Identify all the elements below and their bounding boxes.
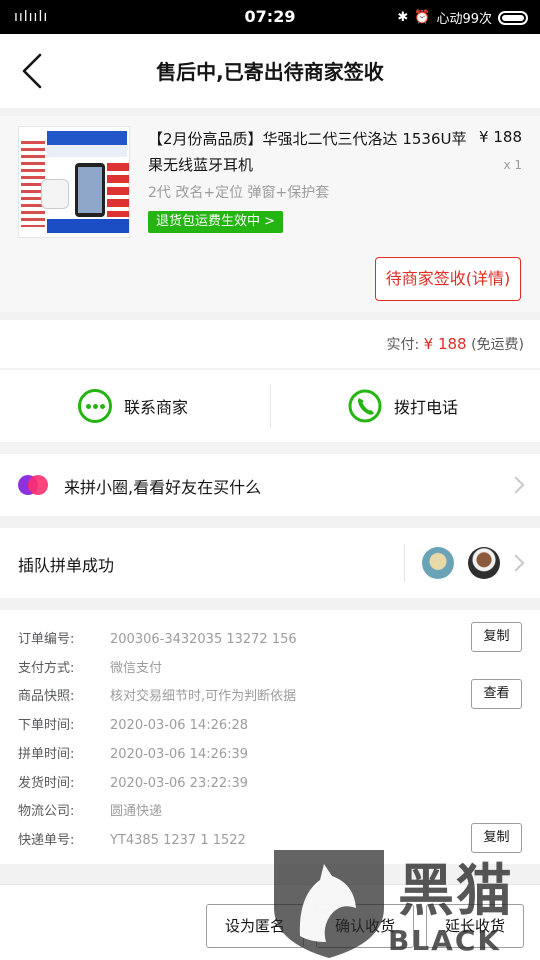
tracking-number: YT4385 1237 1 1522 bbox=[110, 833, 246, 848]
earbuds-case-graphic bbox=[41, 179, 69, 209]
product-title[interactable]: 【2月份高品质】华强北二代三代洛达 1536U苹果无线蓝牙耳机 bbox=[148, 126, 468, 178]
divider bbox=[270, 384, 271, 428]
phone-icon bbox=[348, 389, 382, 423]
product-price: ¥ 188 bbox=[479, 128, 522, 146]
phone-graphic bbox=[75, 163, 105, 217]
bluetooth-icon: ✱ bbox=[397, 10, 409, 25]
nav-bar: 售后中,已寄出待商家签收 bbox=[0, 34, 540, 108]
shipping-note: (免运费) bbox=[471, 337, 524, 353]
avatar[interactable] bbox=[422, 547, 454, 579]
alarm-icon: ⏰ bbox=[414, 10, 431, 25]
return-shipping-badge[interactable]: 退货包运费生效中 > bbox=[148, 211, 284, 233]
divider bbox=[404, 544, 405, 582]
friend-circle-row[interactable]: 来拼小圈,看看好友在买什么 bbox=[0, 454, 540, 516]
order-time-row: 下单时间: 2020-03-06 14:26:28 bbox=[18, 718, 249, 733]
group-time: 2020-03-06 14:26:39 bbox=[110, 747, 249, 762]
courier-row: 物流公司: 圆通快递 bbox=[18, 804, 163, 819]
call-button[interactable]: 拨打电话 bbox=[348, 370, 458, 442]
chat-icon bbox=[78, 389, 112, 423]
payment-summary: 实付: ¥ 188 (免运费) bbox=[386, 334, 524, 354]
product-spec: 2代 改名+定位 弹窗+保护套 bbox=[148, 185, 330, 201]
snapshot-note: 核对交易细节时,可作为判断依据 bbox=[110, 689, 297, 704]
merchant-receipt-detail-button[interactable]: 待商家签收(详情) bbox=[375, 257, 521, 301]
paid-label: 实付: bbox=[386, 337, 420, 353]
copy-tracking-number-button[interactable]: 复制 bbox=[471, 823, 522, 853]
snapshot-row: 商品快照: 核对交易细节时,可作为判断依据 bbox=[18, 689, 297, 704]
chevron-right-icon bbox=[507, 554, 525, 572]
anonymous-button[interactable]: 设为匿名 bbox=[206, 904, 304, 948]
thumb-bottom-banner bbox=[47, 219, 129, 233]
avatar[interactable] bbox=[468, 547, 500, 579]
contact-merchant-button[interactable]: 联系商家 bbox=[78, 370, 188, 442]
payment-row: 实付: ¥ 188 (免运费) bbox=[0, 320, 540, 368]
order-time: 2020-03-06 14:26:28 bbox=[110, 718, 249, 733]
payment-method-row: 支付方式: 微信支付 bbox=[18, 661, 163, 676]
contact-merchant-label: 联系商家 bbox=[124, 398, 189, 417]
carrier-label: 心动99次 bbox=[436, 12, 492, 27]
confirm-receipt-button[interactable]: 确认收货 bbox=[316, 904, 414, 948]
tracking-row: 快递单号: YT4385 1237 1 1522 bbox=[18, 833, 246, 848]
status-right: ✱ ⏰ 心动99次 bbox=[397, 8, 528, 27]
thumb-banner-text bbox=[47, 145, 127, 157]
courier-name: 圆通快递 bbox=[110, 804, 163, 819]
call-label: 拨打电话 bbox=[394, 398, 459, 417]
paid-amount: ¥ 188 bbox=[423, 335, 467, 353]
payment-method: 微信支付 bbox=[110, 661, 163, 676]
ship-time-row: 发货时间: 2020-03-06 23:22:39 bbox=[18, 776, 249, 791]
thumb-banner bbox=[47, 131, 127, 145]
thumb-side-tags bbox=[107, 163, 129, 217]
group-order-status: 插队拼单成功 bbox=[18, 556, 115, 575]
ship-time: 2020-03-06 23:22:39 bbox=[110, 776, 249, 791]
copy-order-number-button[interactable]: 复制 bbox=[471, 622, 522, 652]
view-snapshot-button[interactable]: 查看 bbox=[471, 679, 522, 709]
contact-row: 联系商家 拨打电话 bbox=[0, 370, 540, 442]
battery-icon bbox=[498, 10, 528, 25]
group-time-row: 拼单时间: 2020-03-06 14:26:39 bbox=[18, 747, 249, 762]
status-bar: ıılıılı 07:29 ✱ ⏰ 心动99次 bbox=[0, 0, 540, 34]
page-title: 售后中,已寄出待商家签收 bbox=[156, 60, 384, 84]
product-quantity: x 1 bbox=[503, 158, 522, 172]
order-number-row: 订单编号: 200306-3432035 13272 156 bbox=[18, 632, 297, 647]
order-number: 200306-3432035 13272 156 bbox=[110, 632, 297, 647]
group-order-row[interactable]: 插队拼单成功 bbox=[0, 528, 540, 598]
friend-circle-icon bbox=[18, 475, 48, 495]
order-info: 订单编号: 200306-3432035 13272 156 支付方式: 微信支付 … bbox=[0, 610, 540, 864]
bottom-action-bar: 设为匿名 确认收货 延长收货 bbox=[0, 884, 540, 960]
product-thumbnail[interactable] bbox=[18, 126, 130, 238]
extend-receipt-button[interactable]: 延长收货 bbox=[426, 904, 524, 948]
chevron-right-icon bbox=[507, 476, 525, 494]
friend-circle-text: 来拼小圈,看看好友在买什么 bbox=[64, 478, 262, 497]
